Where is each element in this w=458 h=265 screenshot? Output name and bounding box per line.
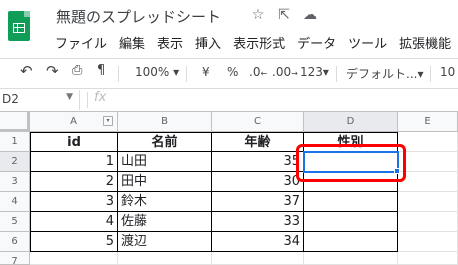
cell-a2[interactable]: 1 (30, 152, 118, 172)
cell-a3[interactable]: 2 (30, 172, 118, 192)
cell-e1[interactable] (398, 132, 458, 152)
zoom-value: 100% (135, 65, 170, 79)
percent-button[interactable]: % (227, 65, 238, 79)
cell-b3[interactable]: 田中 (118, 172, 212, 192)
cell-e5[interactable] (398, 212, 458, 232)
undo-icon[interactable]: ↶ (20, 62, 33, 80)
column-label: A (70, 116, 77, 127)
fx-icon: fx (94, 90, 107, 105)
paint-format-icon[interactable]: ¶ (97, 63, 105, 78)
document-title[interactable]: 無題のスプレッドシート (56, 6, 221, 27)
redo-icon[interactable]: ↷ (46, 62, 59, 80)
cell-b7[interactable] (118, 252, 212, 265)
zoom-select[interactable]: 100% ▾ (135, 65, 179, 79)
column-header-d[interactable]: D (304, 112, 398, 132)
cell-b5[interactable]: 佐藤 (118, 212, 212, 232)
decrease-decimal-label: .0 (249, 65, 261, 79)
number-format-select[interactable]: 123▾ (300, 65, 329, 79)
toolbar: ↶ ↷ ⎙ ¶ 100% ▾ ¥ % .0← .00→ 123▾ デフォルト..… (0, 62, 458, 86)
cell-a7[interactable] (30, 252, 118, 265)
name-box-value: D2 (2, 92, 19, 106)
number-format-label: 123 (300, 65, 323, 79)
menu-format[interactable]: 表示形式 (233, 33, 285, 52)
arrow-right-icon: → (291, 69, 298, 78)
cell-a5[interactable]: 4 (30, 212, 118, 232)
cell-b2[interactable]: 山田 (118, 152, 212, 172)
cell-e6[interactable] (398, 232, 458, 252)
column-filter-icon[interactable]: ▾ (103, 116, 113, 126)
column-header-b[interactable]: B (118, 112, 212, 132)
toolbar-separator (336, 66, 337, 82)
cell-a4[interactable]: 3 (30, 192, 118, 212)
cell-d4[interactable] (304, 192, 398, 212)
cell-a6[interactable]: 5 (30, 232, 118, 252)
divider (0, 88, 458, 89)
divider (87, 92, 88, 108)
menu-edit[interactable]: 編集 (119, 33, 145, 52)
menu-data[interactable]: データ (297, 33, 336, 52)
menu-bar: ファイル 編集 表示 挿入 表示形式 データ ツール 拡張機能 (55, 33, 451, 52)
font-size-select[interactable]: 10 (440, 65, 455, 79)
column-header-c[interactable]: C (212, 112, 304, 132)
cell-e3[interactable] (398, 172, 458, 192)
row-header[interactable]: 5 (0, 212, 30, 232)
cell-c5[interactable]: 33 (212, 212, 304, 232)
cell-e7[interactable] (398, 252, 458, 265)
cell-c1[interactable]: 年齢 (212, 132, 304, 152)
currency-button[interactable]: ¥ (202, 65, 210, 79)
toolbar-separator (118, 66, 119, 82)
chevron-down-icon: ▾ (322, 65, 329, 79)
menu-extensions[interactable]: 拡張機能 (399, 33, 451, 52)
font-select[interactable]: デフォルト...▾ (346, 65, 423, 82)
menu-insert[interactable]: 挿入 (195, 33, 221, 52)
chevron-down-icon[interactable]: ▼ (66, 92, 73, 102)
sheets-logo-icon[interactable] (8, 11, 30, 41)
divider (0, 58, 458, 59)
chevron-down-icon: ▾ (173, 65, 180, 79)
cell-d7[interactable] (304, 252, 398, 265)
column-header-e[interactable]: E (398, 112, 458, 132)
print-icon[interactable]: ⎙ (72, 63, 82, 78)
cell-c3[interactable]: 30 (212, 172, 304, 192)
toolbar-separator (430, 66, 431, 82)
cell-e4[interactable] (398, 192, 458, 212)
cell-b6[interactable]: 渡辺 (118, 232, 212, 252)
row-header[interactable]: 6 (0, 232, 30, 252)
row-header[interactable]: 1 (0, 132, 30, 152)
font-label: デフォルト... (346, 67, 418, 81)
toolbar-separator (186, 66, 187, 82)
menu-tools[interactable]: ツール (348, 33, 387, 52)
column-header-a[interactable]: A ▾ (30, 112, 118, 132)
increase-decimal-label: .00 (272, 65, 292, 79)
chevron-down-icon: ▾ (417, 67, 424, 81)
cell-c6[interactable]: 34 (212, 232, 304, 252)
arrow-left-icon: ← (260, 69, 268, 78)
menu-file[interactable]: ファイル (55, 33, 107, 52)
menu-view[interactable]: 表示 (157, 33, 183, 52)
cell-c4[interactable]: 37 (212, 192, 304, 212)
row-header[interactable]: 3 (0, 172, 30, 192)
cell-b1[interactable]: 名前 (118, 132, 212, 152)
cell-d5[interactable] (304, 212, 398, 232)
increase-decimal-button[interactable]: .00→ (272, 65, 298, 79)
cell-c2[interactable]: 35 (212, 152, 304, 172)
row-header[interactable]: 2 (0, 152, 30, 172)
cell-a1[interactable]: id (30, 132, 118, 152)
decrease-decimal-button[interactable]: .0← (249, 65, 267, 79)
star-icon[interactable]: ☆ (250, 7, 266, 23)
cell-e2[interactable] (398, 152, 458, 172)
select-all-corner[interactable] (0, 112, 30, 132)
row-header[interactable]: 4 (0, 192, 30, 212)
cell-c7[interactable] (212, 252, 304, 265)
name-box[interactable]: D2 ▼ (0, 90, 80, 110)
row-header[interactable]: 7 (0, 252, 30, 265)
cloud-status-icon[interactable]: ☁ (302, 7, 318, 23)
annotation-highlight-box (296, 144, 406, 182)
cell-b4[interactable]: 鈴木 (118, 192, 212, 212)
cell-d6[interactable] (304, 232, 398, 252)
move-to-folder-icon[interactable]: ⇱ (276, 7, 292, 23)
